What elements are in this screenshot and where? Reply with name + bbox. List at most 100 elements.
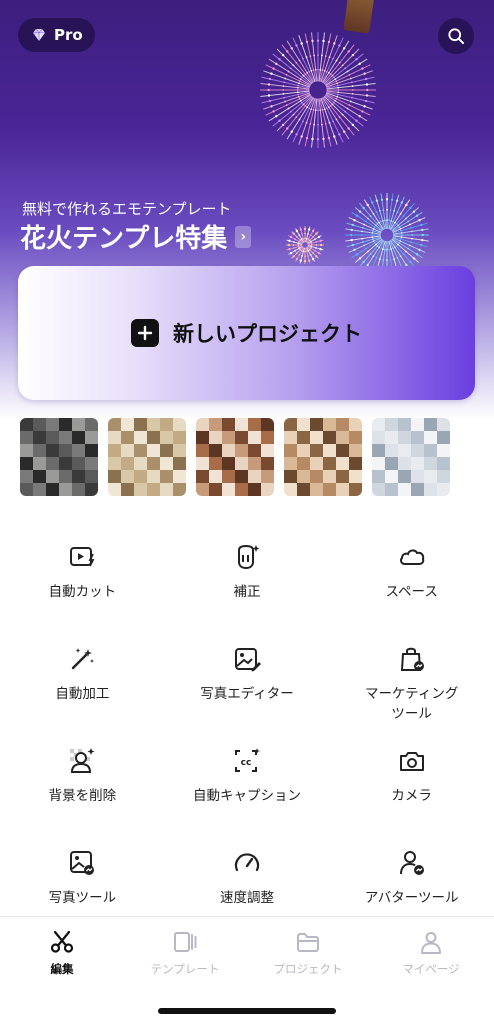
thumbnail-pixel xyxy=(134,444,147,457)
photo-edit-icon xyxy=(234,648,261,672)
thumbnail-pixel xyxy=(372,457,385,470)
thumbnail-pixel xyxy=(160,418,173,431)
pro-label: Pro xyxy=(54,26,83,44)
thumbnail-pixel xyxy=(349,444,362,457)
thumbnail-pixel xyxy=(261,418,274,431)
thumbnail-pixel xyxy=(284,418,297,431)
caption-icon: cc xyxy=(234,748,260,772)
thumbnail-pixel xyxy=(85,444,98,457)
thumbnail-pixel xyxy=(108,431,121,444)
thumbnail-pixel xyxy=(248,483,261,496)
tool-space[interactable]: スペース xyxy=(329,528,494,630)
tab-label: マイページ xyxy=(402,962,460,976)
thumbnail-pixel xyxy=(173,444,186,457)
thumbnail-pixel xyxy=(437,418,450,431)
recent-project-thumbnail[interactable] xyxy=(20,418,98,496)
tool-photo-editor[interactable]: 写真エディター xyxy=(165,630,330,732)
thumbnail-pixel xyxy=(173,470,186,483)
thumbnail-pixel xyxy=(372,470,385,483)
thumbnail-pixel xyxy=(121,431,134,444)
thumbnail-pixel xyxy=(196,418,209,431)
cloud-icon xyxy=(399,549,424,565)
thumbnail-pixel xyxy=(437,444,450,457)
thumbnail-pixel xyxy=(160,470,173,483)
thumbnail-pixel xyxy=(398,418,411,431)
tool-auto-process[interactable]: 自動加工 xyxy=(0,630,165,732)
pro-badge[interactable]: Pro xyxy=(18,18,95,52)
photo-tools-icon xyxy=(70,851,95,875)
new-project-button[interactable]: 新しいプロジェクト xyxy=(18,266,475,400)
thumbnail-pixel xyxy=(108,483,121,496)
thumbnail-pixel xyxy=(59,470,72,483)
thumbnail-pixel xyxy=(323,483,336,496)
marketing-bag-icon xyxy=(400,647,424,671)
thumbnail-pixel xyxy=(121,457,134,470)
thumbnail-pixel xyxy=(235,418,248,431)
thumbnail-pixel xyxy=(173,418,186,431)
thumbnail-pixel xyxy=(46,483,59,496)
thumbnail-pixel xyxy=(33,444,46,457)
recent-projects-strip[interactable] xyxy=(20,418,494,496)
promo-title-link[interactable]: 花火テンプレ特集 › xyxy=(20,218,252,255)
thumbnail-pixel xyxy=(411,431,424,444)
thumbnail-pixel xyxy=(59,457,72,470)
tab-mypage[interactable]: マイページ xyxy=(381,929,481,977)
thumbnail-pixel xyxy=(437,457,450,470)
thumbnail-pixel xyxy=(235,483,248,496)
thumbnail-pixel xyxy=(173,457,186,470)
tool-auto-cut[interactable]: 自動カット xyxy=(0,528,165,630)
promo-title: 花火テンプレ特集 xyxy=(20,224,228,254)
thumbnail-pixel xyxy=(372,418,385,431)
thumbnail-pixel xyxy=(173,483,186,496)
thumbnail-pixel xyxy=(209,483,222,496)
recent-project-thumbnail[interactable] xyxy=(108,418,186,496)
thumbnail-pixel xyxy=(385,418,398,431)
tool-retouch[interactable]: 補正 xyxy=(165,528,330,630)
thumbnail-pixel xyxy=(108,457,121,470)
thumbnail-pixel xyxy=(297,483,310,496)
thumbnail-pixel xyxy=(72,470,85,483)
tool-remove-background[interactable]: 背景を削除 xyxy=(0,732,165,834)
thumbnail-pixel xyxy=(20,431,33,444)
promo-subtitle: 無料で作れるエモテンプレート xyxy=(22,200,232,218)
plus-icon xyxy=(131,319,159,347)
thumbnail-pixel xyxy=(310,457,323,470)
tool-label: 写真ツール xyxy=(48,890,117,906)
thumbnail-pixel xyxy=(160,483,173,496)
tool-auto-caption[interactable]: cc 自動キャプション xyxy=(165,732,330,834)
tool-marketing[interactable]: マーケティング ツール xyxy=(329,630,494,732)
recent-project-thumbnail[interactable] xyxy=(372,418,450,496)
search-icon xyxy=(448,28,465,45)
thumbnail-pixel xyxy=(196,444,209,457)
tool-label: カメラ xyxy=(391,788,432,804)
thumbnail-pixel xyxy=(121,483,134,496)
recent-project-thumbnail[interactable] xyxy=(284,418,362,496)
tab-template[interactable]: テンプレート xyxy=(135,929,235,977)
thumbnail-pixel xyxy=(160,444,173,457)
tool-camera[interactable]: カメラ xyxy=(329,732,494,834)
thumbnail-pixel xyxy=(46,470,59,483)
thumbnail-pixel xyxy=(33,457,46,470)
magic-wand-icon xyxy=(72,648,95,670)
thumbnail-pixel xyxy=(372,444,385,457)
tab-edit[interactable]: 編集 xyxy=(12,929,112,977)
thumbnail-pixel xyxy=(72,431,85,444)
tab-project[interactable]: プロジェクト xyxy=(258,929,358,977)
thumbnail-pixel xyxy=(85,418,98,431)
thumbnail-pixel xyxy=(411,457,424,470)
thumbnail-pixel xyxy=(398,483,411,496)
search-button[interactable] xyxy=(438,18,474,54)
thumbnail-pixel xyxy=(59,431,72,444)
tool-label: 速度調整 xyxy=(219,890,274,906)
tool-label: 自動キャプション xyxy=(192,788,301,804)
thumbnail-pixel xyxy=(398,457,411,470)
thumbnail-pixel xyxy=(398,431,411,444)
recent-project-thumbnail[interactable] xyxy=(196,418,274,496)
thumbnail-pixel xyxy=(108,418,121,431)
thumbnail-pixel xyxy=(323,418,336,431)
thumbnail-pixel xyxy=(385,483,398,496)
thumbnail-pixel xyxy=(248,431,261,444)
chevron-right-icon: › xyxy=(235,225,252,248)
thumbnail-pixel xyxy=(424,470,437,483)
thumbnail-pixel xyxy=(411,418,424,431)
